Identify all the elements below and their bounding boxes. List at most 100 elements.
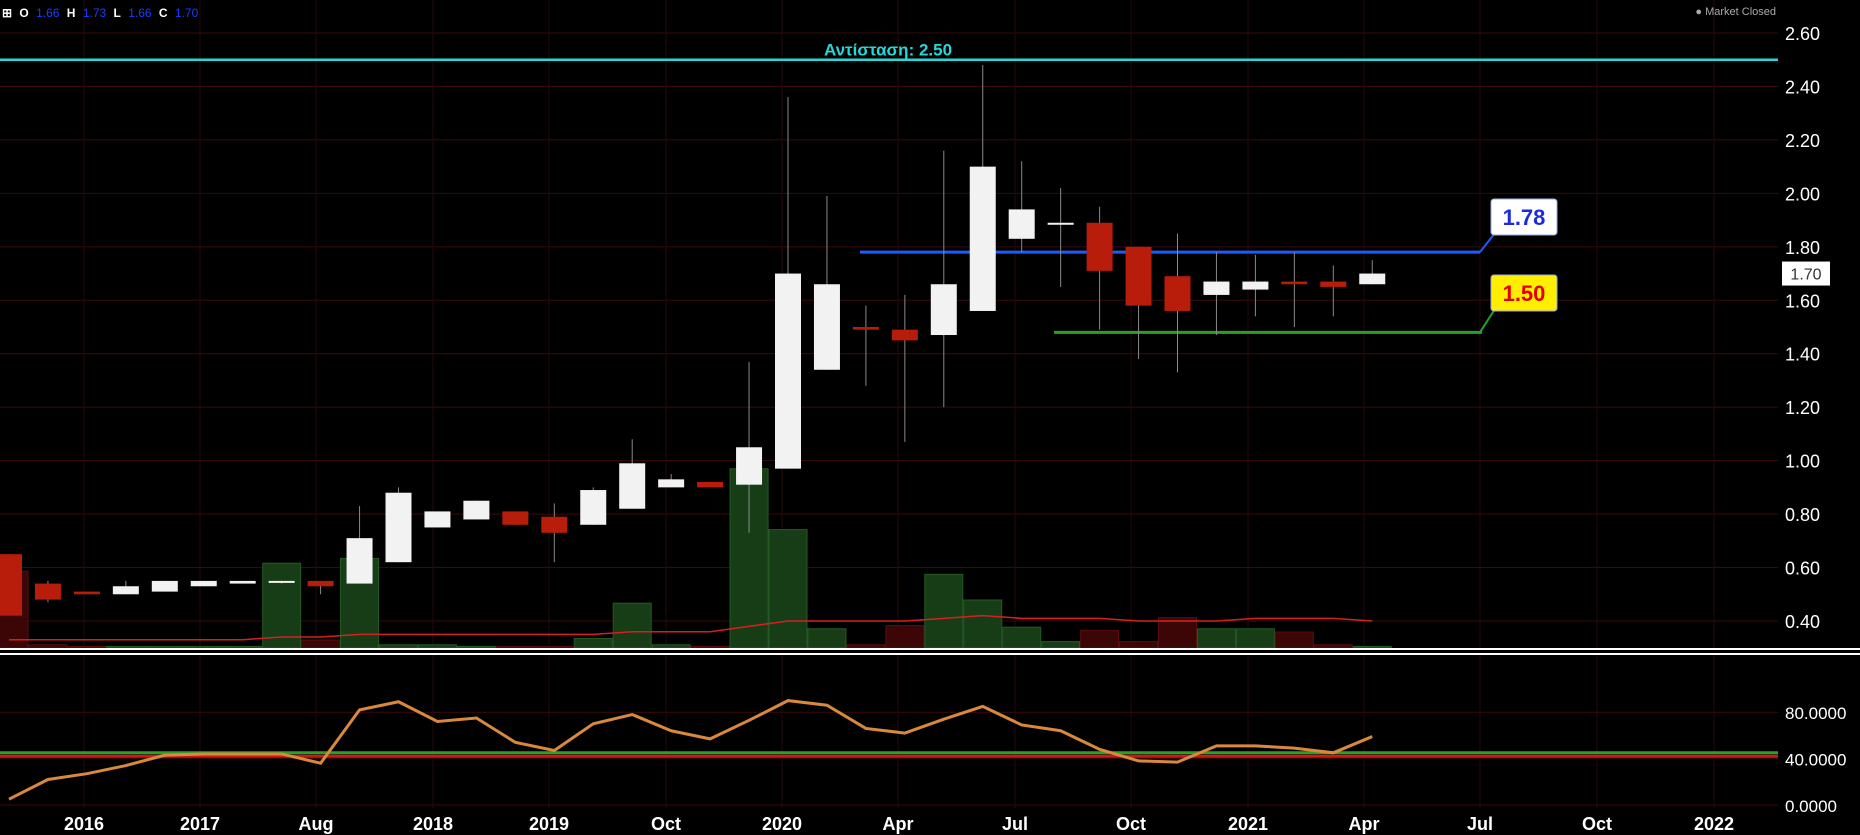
volume-bar [885,625,925,649]
x-tick-label: 2022 [1694,814,1734,834]
price-tick-label: 1.80 [1785,238,1820,258]
volume-bar [1274,631,1314,649]
x-tick-label: Oct [1582,814,1612,834]
rsi-tick-label: 0.0000 [1785,797,1837,816]
high-value: 1.73 [82,6,107,20]
price-tick-label: 0.40 [1785,612,1820,632]
price-tick-label: 2.40 [1785,77,1820,97]
volume-bar [1196,628,1236,649]
price-tick-label: 2.60 [1785,24,1820,44]
volume-bar [651,644,691,649]
candle-body [385,492,412,563]
ohlc-toggle-icon[interactable]: ⊞ [2,6,12,20]
volume-bar [1235,628,1275,649]
resistance-label: Αντίσταση: 2.50 [824,41,952,60]
candle-body [502,511,529,525]
x-tick-label: Apr [1349,814,1380,834]
candle-body [1359,273,1386,285]
x-tick-label: 2016 [64,814,104,834]
rsi-line [8,699,1373,801]
candle-body [268,580,295,583]
candle-body [697,482,724,488]
candle-body [580,490,607,525]
volume-bar [495,645,535,649]
last-price-text: 1.70 [1790,267,1821,284]
candle-body [736,447,763,485]
candle-body [229,580,256,584]
candle-body [1242,281,1269,290]
candle-body [930,284,957,336]
x-tick-label: 2020 [762,814,802,834]
candle-body [1008,209,1035,239]
volume-bar [690,645,730,649]
open-label: O [19,6,29,20]
volume-bar [145,645,185,649]
candle-body [658,479,685,488]
x-tick-label: Oct [651,814,681,834]
x-tick-label: 2017 [180,814,220,834]
rsi-tick-label: 80.0000 [1785,704,1846,723]
candle-body [852,327,879,330]
low-value: 1.66 [128,6,152,20]
candle-body [891,329,918,341]
price-tick-label: 1.40 [1785,345,1820,365]
candle-body [34,583,61,600]
candle-body [190,580,217,587]
volume-bar [807,628,847,649]
volume-bar [456,645,496,649]
candle-body [969,166,996,311]
price-chart[interactable]: Αντίσταση: 2.50 1.78 1.50 2.60 2.40 2.20 2.00 1… [0,0,1860,835]
x-tick-label: 2018 [413,814,453,834]
x-tick-label: Jul [1002,814,1028,834]
volume-bar [1002,626,1042,649]
volume-bar [573,637,613,649]
candle-body [619,463,646,509]
x-tick-label: 2021 [1228,814,1268,834]
rsi-tick-label: 40.0000 [1785,751,1846,770]
volume-bar [28,644,68,649]
candle-body [813,284,840,370]
candle-body [1125,246,1152,306]
candle-body [307,580,334,587]
candle-body [1086,222,1113,271]
close-value: 1.70 [174,6,199,20]
volume-bar [846,644,886,649]
price-tick-label: 0.80 [1785,505,1820,525]
candle-body [73,591,100,595]
high-label: H [66,6,76,20]
candle-body [0,554,22,616]
x-tick-label: Oct [1116,814,1146,834]
volume-bar [184,645,224,649]
candle-body [424,511,451,528]
volume-bar [1119,641,1159,649]
price-tick-label: 1.60 [1785,291,1820,311]
upper-level-callout-pointer [1479,232,1496,253]
volume-bar [1041,641,1081,649]
candle-body [1320,281,1347,287]
candle-body [1164,276,1191,311]
price-tick-label: 0.60 [1785,559,1820,579]
x-tick-label: Aug [299,814,334,834]
volume-bar [262,562,302,649]
volume-bar [1313,644,1353,649]
volume-bar [963,599,1003,649]
candle-body [346,538,373,584]
candle-body [1047,222,1074,225]
volume-bar [1352,645,1392,649]
candle-body [1281,281,1308,285]
volume-bar [1158,617,1197,649]
candle-body [112,586,139,595]
candle-body [541,516,568,533]
low-label: L [113,6,121,20]
x-tick-label: Jul [1467,814,1493,834]
price-tick-label: 2.00 [1785,184,1820,204]
close-label: C [158,6,168,20]
volume-bar [301,639,341,649]
x-tick-label: Apr [883,814,914,834]
price-tick-label: 1.00 [1785,452,1820,472]
ohlc-readout: ⊞ O 1.66 H 1.73 L 1.66 C 1.70 [2,6,202,20]
price-tick-label: 1.20 [1785,398,1820,418]
volume-bar [417,644,457,649]
volume-bar [1080,629,1120,649]
upper-level-callout-text: 1.78 [1503,205,1546,230]
